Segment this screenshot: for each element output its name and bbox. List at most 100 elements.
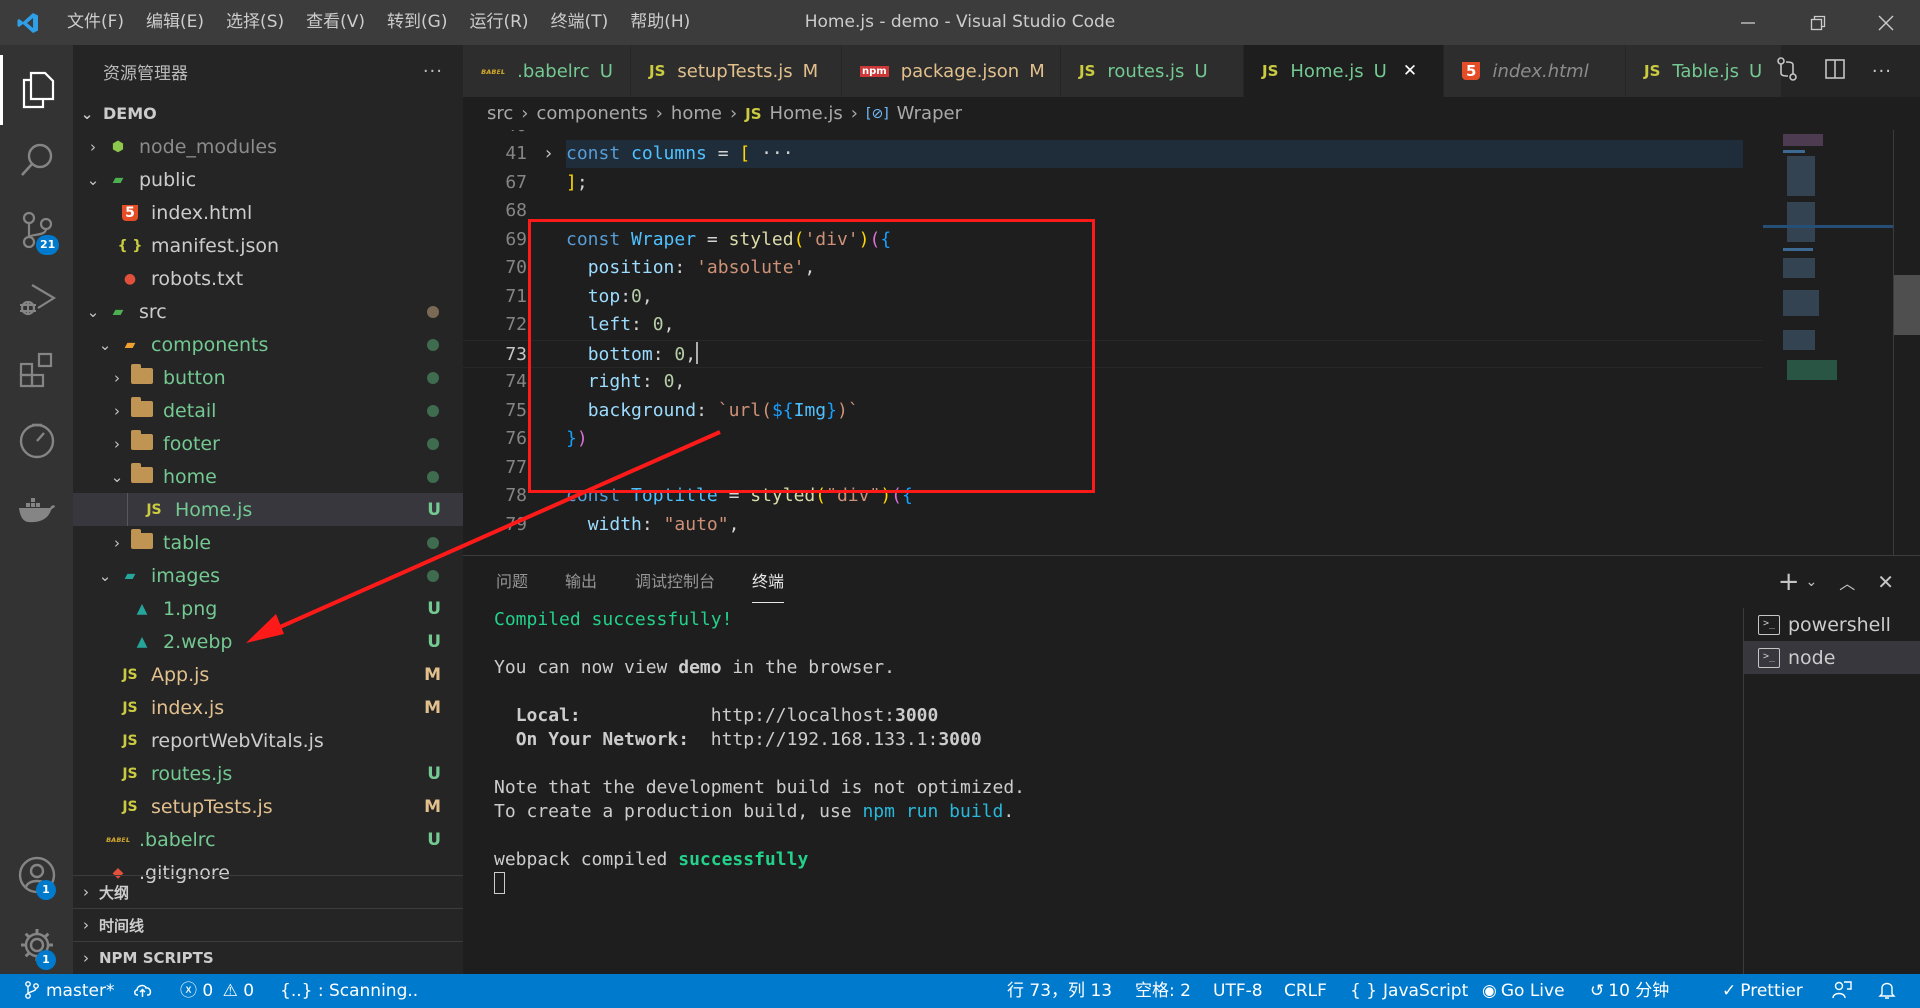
menu-item[interactable]: 终端(T) [540,0,620,45]
tree-item[interactable]: ⌄ ▰ components [73,328,463,361]
cursor-position[interactable]: 行 73，列 13 [1007,974,1112,1008]
editor-tab[interactable]: JS Home.js U ✕ [1244,45,1444,97]
activity-run-debug[interactable] [0,265,73,335]
panel-tab-debug-console[interactable]: 调试控制台 [635,556,715,608]
activity-accounts[interactable]: 1 [0,840,73,910]
menu-item[interactable]: 查看(V) [295,0,376,45]
tree-item[interactable]: › button [73,361,463,394]
editor-tab[interactable]: JS setupTests.js M [631,45,842,97]
maximize-panel-icon[interactable]: ︿ [1839,570,1855,594]
activity-search[interactable] [0,125,73,195]
tree-item[interactable]: ⌄ ▰ images [73,559,463,592]
indentation[interactable]: 空格: 2 [1135,974,1191,1008]
more-icon[interactable]: ··· [1872,61,1892,82]
menu-item[interactable]: 运行(R) [458,0,539,45]
breadcrumb-symbol[interactable]: Wraper [897,103,962,124]
panel-tab-problems[interactable]: 问题 [496,556,528,608]
tree-item[interactable]: › ⬢ node_modules [73,130,463,163]
menu-item[interactable]: 文件(F) [56,0,135,45]
section-timeline[interactable]: › 时间线 [73,908,463,941]
activity-manage[interactable]: 1 [0,910,73,980]
close-panel-icon[interactable]: ✕ [1877,570,1894,594]
tree-item[interactable]: ʙᴀʙᴇʟ .babelrc U [73,823,463,856]
section-npm-scripts[interactable]: › NPM SCRIPTS [73,941,463,974]
code-token: top [587,285,621,307]
feedback-icon[interactable] [1832,974,1852,1008]
activity-timeline[interactable] [0,405,73,475]
fold-chevron-icon[interactable]: › [543,140,554,168]
docker-icon [18,498,55,523]
tree-item[interactable]: ⌄ home [73,460,463,493]
tree-item[interactable]: ▲ 1.png U [73,592,463,625]
notifications-bell-icon[interactable] [1878,974,1896,1008]
git-branch[interactable]: master* [24,974,114,1008]
tree-item[interactable]: › detail [73,394,463,427]
tree-item[interactable]: JS setupTests.js M [73,790,463,823]
tree-item[interactable]: ● robots.txt [73,262,463,295]
editor-tab[interactable]: 5 index.html [1444,45,1626,97]
breadcrumb-home[interactable]: home [671,103,722,124]
split-editor-icon[interactable] [1824,58,1846,85]
sync-button[interactable] [133,974,153,1008]
close-tab-icon[interactable]: ✕ [1403,61,1417,81]
tree-item[interactable]: { } manifest.json [73,229,463,262]
tree-item[interactable]: ⌄ ▰ src [73,295,463,328]
problems-status[interactable]: ⓧ 0 ⚠ 0 [180,974,254,1008]
panel-tab-terminal[interactable]: 终端 [752,556,785,603]
tree-item-label: button [163,366,226,389]
encoding[interactable]: UTF-8 [1213,974,1263,1008]
minimap[interactable] [1763,130,1920,555]
activity-extensions[interactable] [0,335,73,405]
tree-item[interactable]: ▲ 2.webp U [73,625,463,658]
new-terminal-icon[interactable]: + [1778,567,1800,597]
compare-changes-icon[interactable] [1776,56,1798,86]
chevron-down-icon[interactable]: ⌄ [1805,574,1817,590]
menu-item[interactable]: 选择(S) [215,0,295,45]
workspace-root[interactable]: ⌄ DEMO [73,97,463,130]
explorer-more-button[interactable]: ··· [423,61,443,82]
tree-item[interactable]: › table [73,526,463,559]
editor-tab[interactable]: ʙᴀʙᴇʟ .babelrc U [463,45,631,97]
terminal-line: Local: http://localhost:3000 [494,704,1694,728]
tree-item[interactable]: ⌄ ▰ public [73,163,463,196]
tree-item[interactable]: JS index.js M [73,691,463,724]
go-live-button[interactable]: ◉ Go Live [1482,974,1565,1008]
editor-tab[interactable]: npm package.json M [842,45,1061,97]
tree-item[interactable]: JS reportWebVitals.js [73,724,463,757]
scanning-status[interactable]: {..} : Scanning.. [280,974,418,1008]
activity-explorer[interactable] [0,55,73,125]
panel-tab-output[interactable]: 输出 [565,556,597,608]
editor-tab[interactable]: JS routes.js U [1061,45,1244,97]
time-tracker[interactable]: ↺ 10 分钟 [1590,974,1669,1008]
tree-item[interactable]: JS routes.js U [73,757,463,790]
restore-button[interactable] [1786,0,1850,45]
activity-docker[interactable] [0,475,73,545]
language-mode[interactable]: { } JavaScript [1350,974,1468,1008]
minimize-button[interactable] [1716,0,1780,45]
activity-source-control[interactable]: 21 [0,195,73,265]
menu-item[interactable]: 转到(G) [376,0,458,45]
terminal-instance[interactable]: >_ powershell [1744,608,1920,641]
code-editor[interactable]: 40 41›const columns = [ ···67];6869const… [463,130,1763,555]
breadcrumb-components[interactable]: components [536,103,647,124]
line-ending[interactable]: CRLF [1284,974,1327,1008]
git-status-dot [427,536,439,549]
tree-item[interactable]: JS Home.js U [73,493,463,526]
prettier-status[interactable]: ✓ Prettier [1722,974,1803,1008]
terminal-icon: >_ [1758,614,1780,635]
close-window-button[interactable] [1854,0,1918,45]
tree-item[interactable]: JS App.js M [73,658,463,691]
tree-item[interactable]: › footer [73,427,463,460]
line-40-partial: 40 [463,130,1763,140]
terminal-instance[interactable]: >_ node [1744,641,1920,674]
editor-tab[interactable]: JS Table.js U [1626,45,1782,97]
breadcrumb-file[interactable]: Home.js [770,103,843,124]
tab-label: Table.js [1672,60,1740,82]
menu-item[interactable]: 编辑(E) [135,0,215,45]
terminal-output[interactable]: Compiled successfully! You can now view d… [494,608,1694,894]
section-outline[interactable]: › 大纲 [73,875,463,908]
breadcrumb-src[interactable]: src [487,103,513,124]
menu-item[interactable]: 帮助(H) [619,0,701,45]
tree-item[interactable]: 5 index.html [73,196,463,229]
terminal-name: node [1788,646,1836,669]
